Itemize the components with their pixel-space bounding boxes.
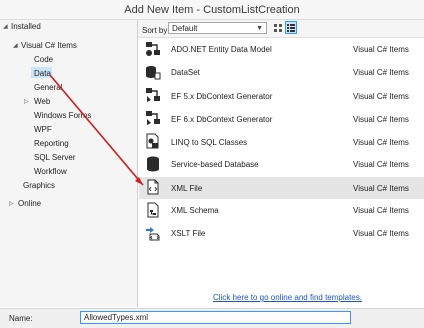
name-input[interactable]	[80, 311, 351, 324]
online-templates-link[interactable]: Click here to go online and find templat…	[213, 293, 362, 302]
tree-item-workflow[interactable]: Workflow	[34, 167, 67, 176]
item-name: XML File	[171, 184, 203, 193]
medium-icons-view-button[interactable]	[272, 21, 284, 34]
tree-item-general[interactable]: General	[34, 83, 62, 92]
name-label: Name:	[9, 314, 33, 323]
template-tree	[0, 20, 138, 307]
tree-item-code[interactable]: Code	[34, 55, 53, 64]
tree-online[interactable]: Online	[18, 199, 41, 208]
tree-item-graphics[interactable]: Graphics	[23, 181, 55, 190]
ef-generator-icon	[146, 111, 160, 125]
grid-view-icon	[274, 24, 282, 32]
xslt-file-icon	[146, 227, 160, 241]
tree-installed[interactable]: Installed	[11, 22, 41, 31]
item-name: EF 6.x DbContext Generator	[171, 115, 273, 124]
linq-icon	[146, 133, 159, 149]
item-name: DataSet	[171, 68, 200, 77]
entity-model-icon	[146, 42, 160, 56]
list-view-button[interactable]	[285, 21, 297, 34]
tree-item-web[interactable]: Web	[34, 97, 50, 106]
tree-visual-csharp[interactable]: Visual C# Items	[21, 41, 77, 50]
item-name: EF 5.x DbContext Generator	[171, 92, 273, 101]
item-type: Visual C# Items	[353, 184, 409, 193]
item-name: XSLT File	[171, 229, 206, 238]
sort-label: Sort by:	[142, 26, 170, 35]
item-name: ADO.NET Entity Data Model	[171, 45, 272, 54]
database-icon	[147, 156, 159, 172]
item-type: Visual C# Items	[353, 45, 409, 54]
item-name: LINQ to SQL Classes	[171, 138, 248, 147]
sort-value: Default	[172, 24, 198, 33]
item-type: Visual C# Items	[353, 115, 409, 124]
tree-item-data[interactable]: Data	[34, 69, 51, 78]
dataset-icon	[146, 66, 161, 80]
title-bar: Add New Item - CustomListCreation	[0, 0, 424, 20]
item-type: Visual C# Items	[353, 92, 409, 101]
item-type: Visual C# Items	[353, 229, 409, 238]
xml-file-icon	[147, 179, 159, 195]
item-name: Service-based Database	[171, 160, 259, 169]
tree-item-sql-server[interactable]: SQL Server	[34, 153, 76, 162]
tree-item-wpf[interactable]: WPF	[34, 125, 52, 134]
item-type: Visual C# Items	[353, 138, 409, 147]
expand-arrow-icon[interactable]: ▷	[9, 200, 14, 207]
sort-dropdown[interactable]: Default ▼	[168, 22, 267, 34]
ef-generator-icon	[146, 88, 160, 102]
item-type: Visual C# Items	[353, 68, 409, 77]
expand-arrow-icon[interactable]: ▷	[24, 98, 29, 105]
item-type: Visual C# Items	[353, 160, 409, 169]
collapse-arrow-icon[interactable]: ◢	[13, 42, 18, 49]
item-name: XML Schema	[171, 206, 219, 215]
list-view-icon	[287, 24, 295, 32]
collapse-arrow-icon[interactable]: ◢	[3, 23, 8, 30]
chevron-down-icon: ▼	[256, 25, 263, 32]
window-title: Add New Item - CustomListCreation	[124, 4, 300, 16]
tree-item-windows-forms[interactable]: Windows Forms	[34, 111, 91, 120]
item-type: Visual C# Items	[353, 206, 409, 215]
xml-schema-icon	[147, 202, 159, 218]
tree-item-reporting[interactable]: Reporting	[34, 139, 69, 148]
